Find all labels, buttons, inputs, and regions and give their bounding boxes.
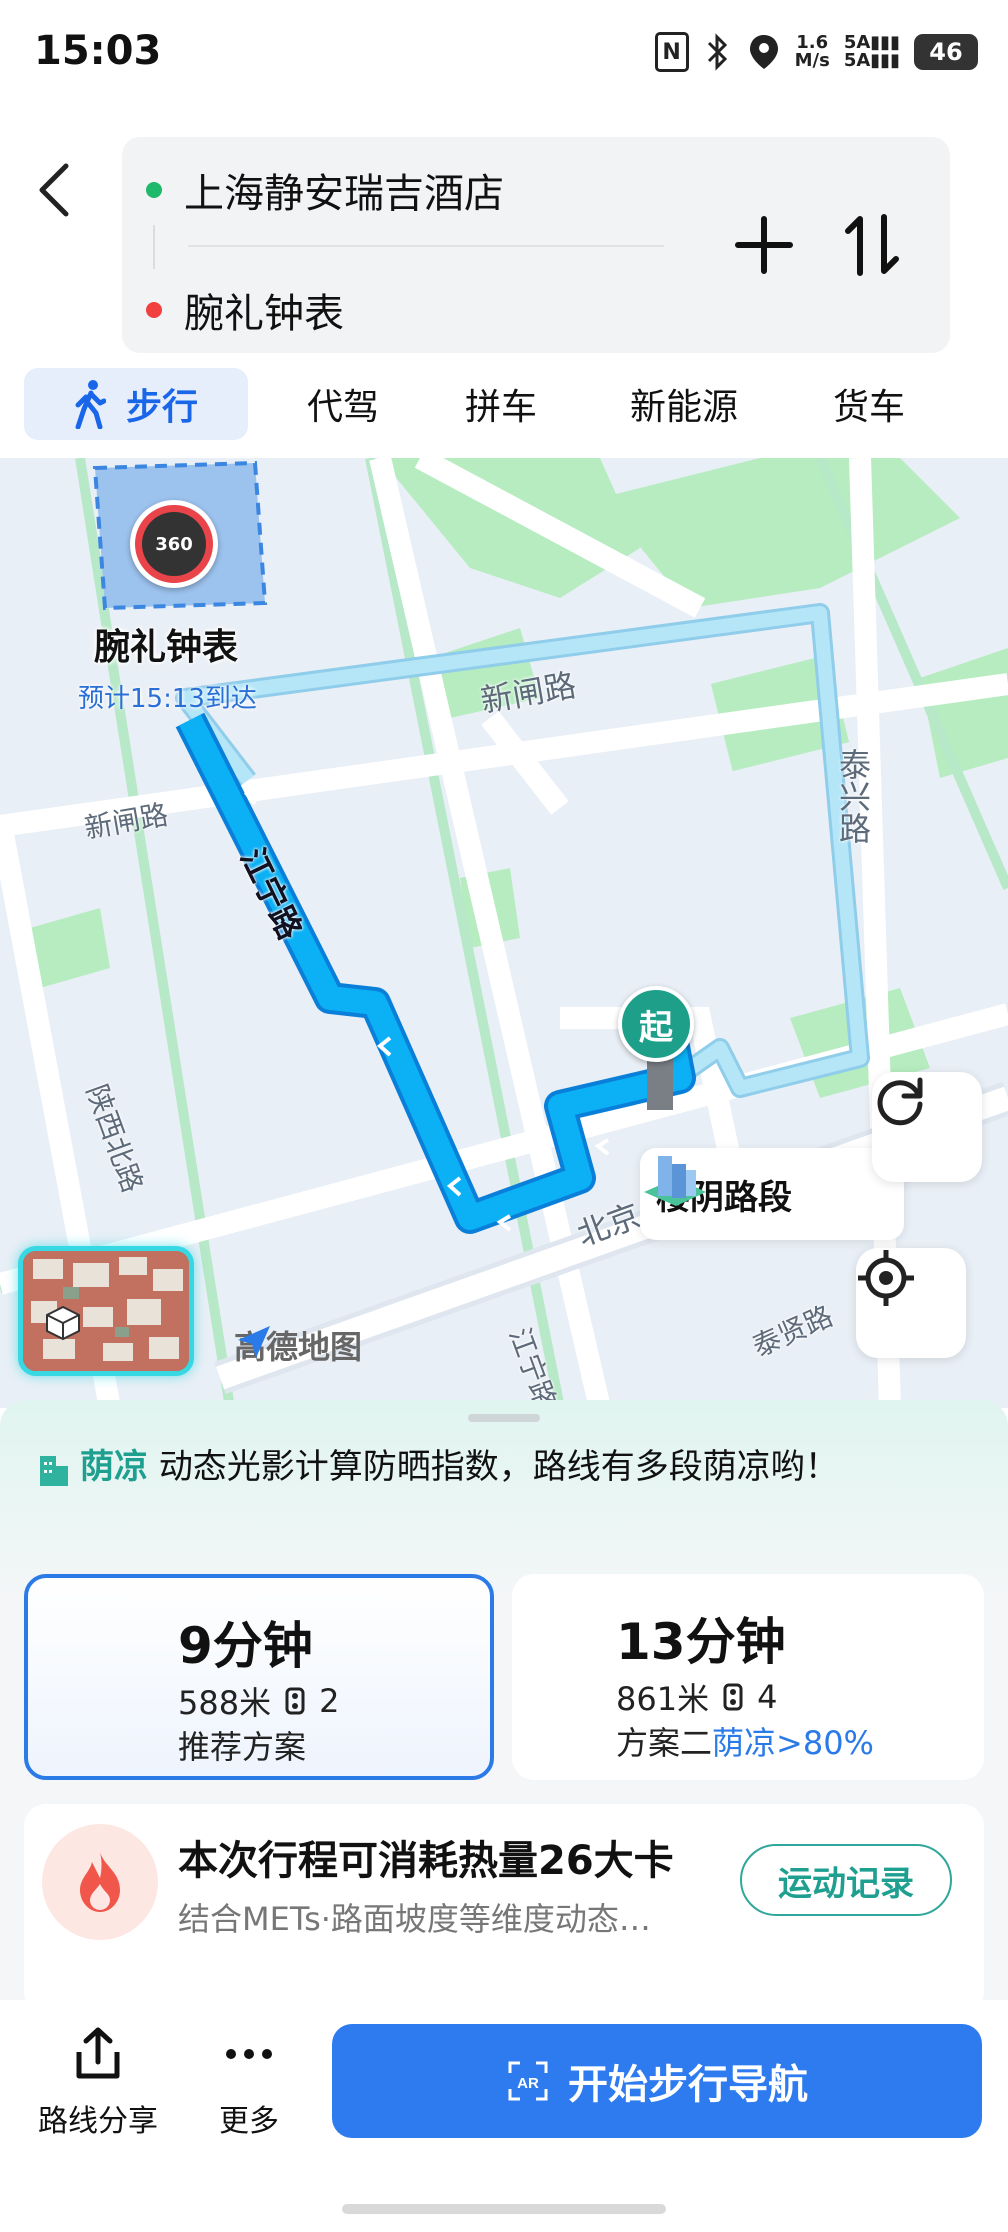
destination-dot-icon (146, 302, 162, 318)
traffic-light-icon (723, 1683, 743, 1711)
ar-icon-text: AR (517, 2075, 539, 2092)
network-speed: 1.6 M/s (795, 32, 830, 72)
speed-unit: M/s (794, 50, 830, 71)
battery-icon: 46 (914, 34, 978, 70)
map-view[interactable]: 起 360 腕礼钟表 预计15:13到达 新闸路 新闸路 江宁路 泰兴路 陕西北… (0, 458, 1008, 1408)
tab-walk[interactable]: 步行 (24, 368, 248, 440)
locate-button[interactable] (856, 1248, 966, 1358)
more-button[interactable]: 更多 (196, 2026, 302, 2156)
tab-designated-driver-label: 代驾 (306, 387, 379, 428)
pano-marker[interactable]: 360 (130, 500, 218, 588)
exercise-record-button[interactable]: 运动记录 (740, 1844, 952, 1916)
plan-2-distance: 861米 (616, 1680, 710, 1718)
route-input-box: 上海静安瑞吉酒店 腕礼钟表 (122, 137, 950, 353)
calorie-card: 本次行程可消耗热量26大卡 结合METs·路面坡度等维度动态… 运动记录 (24, 1804, 984, 2014)
status-time: 15:03 (34, 28, 162, 74)
refresh-button[interactable] (872, 1072, 982, 1182)
locate-icon (858, 1250, 914, 1306)
swap-route-button[interactable] (830, 203, 914, 287)
origin-text: 上海静安瑞吉酒店 (184, 171, 504, 217)
mode-tabs: 步行 代驾 拼车 新能源 货车 (24, 368, 984, 440)
pano-badge: 360 (155, 533, 193, 555)
tab-new-energy[interactable]: 新能源 (604, 368, 764, 440)
plan-card-alternative[interactable]: 13分钟 861米 4 方案二荫凉>80% (512, 1574, 984, 1780)
destination-field[interactable]: 腕礼钟表 (146, 281, 344, 339)
calorie-subtitle: 结合METs·路面坡度等维度动态… (178, 1900, 651, 1938)
network-label-2: 5A (843, 50, 871, 71)
signal-icon: 5A▮▮▮ 5A▮▮▮ (843, 32, 900, 71)
plus-icon (735, 216, 793, 274)
home-indicator[interactable] (342, 2204, 666, 2214)
origin-dot-icon (146, 182, 162, 198)
start-walk-navigation-label: 开始步行导航 (568, 2062, 808, 2108)
ar-icon: AR (508, 2061, 548, 2101)
plan-card-recommended[interactable]: 9分钟 588米 2 推荐方案 (24, 1574, 494, 1780)
destination-text: 腕礼钟表 (184, 291, 344, 337)
share-route-button[interactable]: 路线分享 (20, 2026, 176, 2156)
tab-carpool[interactable]: 拼车 (436, 368, 566, 440)
more-dots-icon (226, 2049, 272, 2059)
route-divider (188, 245, 664, 247)
refresh-icon (877, 1077, 923, 1126)
tab-new-energy-label: 新能源 (629, 387, 738, 428)
shade-segment-tag[interactable]: 楼阴路段 (640, 1148, 904, 1240)
start-marker-label: 起 (639, 1007, 673, 1048)
tab-walk-label: 步行 (125, 387, 198, 428)
fire-icon (80, 1852, 120, 1912)
destination-map-label: 腕礼钟表 (94, 627, 239, 668)
traffic-light-icon (285, 1687, 305, 1715)
route-connector (153, 225, 155, 269)
plan-1-meta: 588米 2 (178, 1678, 339, 1724)
plan-2-tag-text: 方案二 (616, 1724, 713, 1762)
status-icons: N 1.6 M/s 5A▮▮▮ 5A▮▮▮ 46 (654, 30, 978, 74)
building-shade-icon (644, 1156, 706, 1206)
plan-2-shade-ratio: 荫凉>80% (712, 1724, 874, 1762)
start-walk-navigation-button[interactable]: AR 开始步行导航 (332, 2024, 982, 2138)
tab-designated-driver[interactable]: 代驾 (278, 368, 408, 440)
status-bar: 15:03 N 1.6 M/s 5A▮▮▮ 5A▮▮▮ 46 (0, 0, 1008, 104)
plan-2-tag: 方案二荫凉>80% (616, 1718, 874, 1764)
cube-3d-icon (46, 1305, 80, 1341)
eta-label: 预计15:13到达 (78, 684, 257, 714)
bottom-action-bar: 路线分享 更多 AR 开始步行导航 (0, 2000, 1008, 2232)
start-marker[interactable]: 起 (618, 986, 694, 1062)
plan-1-lights: 2 (319, 1682, 340, 1720)
plan-2-meta: 861米 4 (616, 1674, 777, 1720)
add-stop-button[interactable] (722, 203, 806, 287)
plan-1-tag: 推荐方案 (178, 1728, 307, 1766)
plan-2-lights: 4 (757, 1678, 778, 1716)
share-icon (76, 2027, 120, 2079)
plan-2-time: 13分钟 (616, 1613, 786, 1671)
start-connector (647, 1058, 673, 1110)
calorie-title: 本次行程可消耗热量26大卡 (178, 1838, 674, 1884)
tab-carpool-label: 拼车 (464, 387, 537, 428)
more-label: 更多 (219, 2104, 279, 2139)
walk-icon (75, 380, 106, 429)
amap-logo-icon (238, 1326, 270, 1358)
tab-truck[interactable]: 货车 (804, 368, 934, 440)
tab-truck-label: 货车 (832, 387, 905, 428)
plan-1-distance: 588米 (178, 1684, 272, 1722)
amap-logo: 高德地图 (234, 1322, 362, 1368)
origin-field[interactable]: 上海静安瑞吉酒店 (146, 161, 504, 219)
nfc-icon: N (654, 32, 689, 72)
sheet-drag-handle[interactable] (468, 1414, 540, 1422)
3d-view-thumbnail[interactable] (18, 1246, 194, 1376)
shade-banner-text: 动态光影计算防晒指数，路线有多段荫凉哟！ (158, 1447, 839, 1487)
swap-icon (845, 214, 899, 276)
chevron-left-icon (39, 163, 69, 217)
share-route-label: 路线分享 (38, 2104, 158, 2139)
route-sheet: 荫凉 动态光影计算防晒指数，路线有多段荫凉哟！ 9分钟 588米 2 推荐方案 … (0, 1400, 1008, 2014)
plan-1-time: 9分钟 (178, 1617, 313, 1675)
pano-360-icon: 360 (142, 512, 206, 576)
road-label-taixing: 泰兴路 (834, 748, 872, 844)
back-button[interactable] (26, 150, 82, 230)
shade-banner: 荫凉 动态光影计算防晒指数，路线有多段荫凉哟！ (36, 1442, 972, 1492)
location-hd-icon (747, 32, 781, 72)
shade-building-icon (40, 1455, 68, 1486)
shade-banner-title: 荫凉 (80, 1447, 148, 1487)
bluetooth-icon (703, 32, 733, 72)
fire-icon-badge (42, 1824, 158, 1940)
battery-level: 46 (929, 38, 963, 66)
